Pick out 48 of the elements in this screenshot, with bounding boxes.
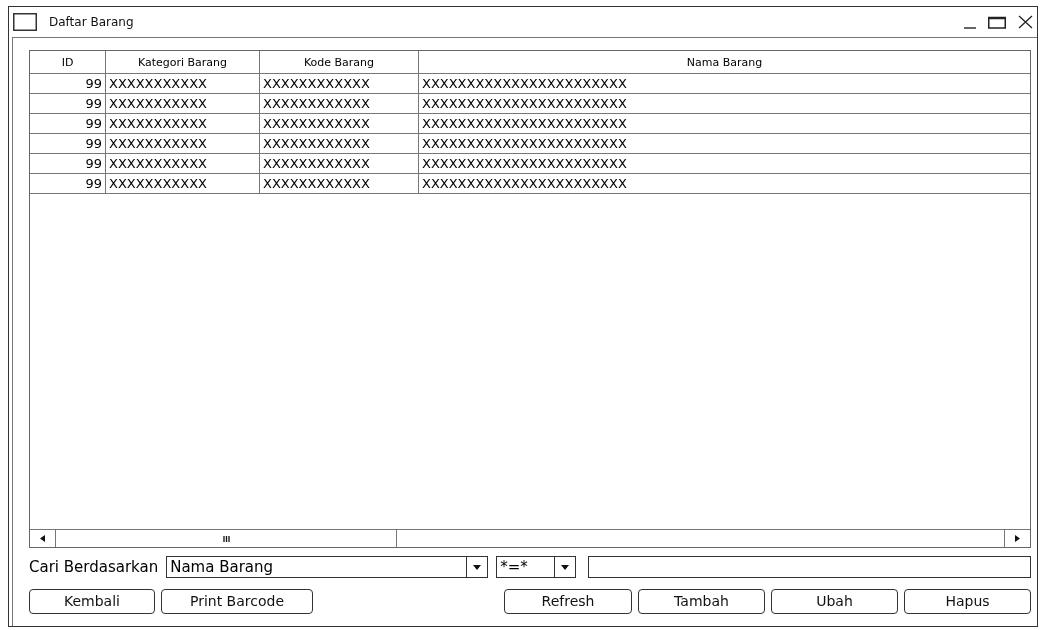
scroll-left-icon[interactable] [40, 535, 45, 542]
table-cell: 99 [30, 134, 106, 153]
table-cell: XXXXXXXXXXXX [260, 174, 419, 193]
table-cell-text: XXXXXXXXXXXXXXXXXXXXXXX [421, 115, 628, 133]
table-cell: XXXXXXXXXXX [106, 94, 260, 113]
horizontal-scrollbar[interactable] [30, 529, 1030, 547]
table-cell: 99 [30, 94, 106, 113]
close-icon[interactable] [1018, 15, 1033, 29]
action-button[interactable]: Kembali [29, 588, 155, 614]
caret-down-icon [473, 564, 482, 570]
search-field[interactable] [588, 556, 1031, 578]
table-cell: XXXXXXXXXXXX [260, 134, 419, 153]
window-icon [13, 13, 37, 31]
table-cell: XXXXXXXXXXXX [260, 94, 419, 113]
column-header[interactable]: Nama Barang [419, 51, 1030, 73]
action-button[interactable]: Tambah [638, 588, 765, 614]
operator-dropdown[interactable]: *=* [496, 556, 577, 578]
search-label: Cari Berdasarkan [29, 558, 159, 576]
table-cell-text: XXXXXXXXXXXXXXXXXXXXXXX [421, 175, 628, 193]
column-header[interactable]: Kategori Barang [106, 51, 260, 73]
table-cell: 99 [30, 114, 106, 133]
action-button[interactable]: Ubah [771, 588, 898, 614]
window-title: Daftar Barang [49, 15, 134, 29]
caret-down-icon [561, 564, 570, 570]
maximize-icon[interactable] [988, 15, 1006, 29]
table-cell: XXXXXXXXXXX [106, 74, 260, 93]
field-dropdown[interactable]: Nama Barang [166, 556, 489, 578]
action-button[interactable]: Refresh [504, 588, 632, 614]
table-cell: 99 [30, 174, 106, 193]
action-button[interactable]: Print Barcode [161, 588, 313, 614]
table-cell: XXXXXXXXXXXX [260, 74, 419, 93]
table-cell: XXXXXXXXXXX [106, 174, 260, 193]
table-cell: XXXXXXXXXXX [106, 114, 260, 133]
column-header[interactable]: ID [30, 51, 106, 73]
table-cell: XXXXXXXXXXX [106, 134, 260, 153]
table-cell-text: XXXXXXXXXXXXXXXXXXXXXXX [421, 135, 628, 153]
table-cell: XXXXXXXXXXXX [260, 154, 419, 173]
table-cell: XXXXXXXXXXXX [260, 114, 419, 133]
grip-icon [222, 535, 230, 542]
table-cell: XXXXXXXXXXX [106, 154, 260, 173]
table-cell-text: XXXXXXXXXXXXXXXXXXXXXXX [421, 155, 628, 173]
table-cell: 99 [30, 154, 106, 173]
column-header[interactable]: Kode Barang [260, 51, 419, 73]
action-button[interactable]: Hapus [904, 588, 1031, 614]
table-cell: 99 [30, 74, 106, 93]
table-cell-text: XXXXXXXXXXXXXXXXXXXXXXX [421, 95, 628, 113]
table-cell-text: XXXXXXXXXXXXXXXXXXXXXXX [421, 75, 628, 93]
scroll-right-icon[interactable] [1015, 535, 1020, 542]
